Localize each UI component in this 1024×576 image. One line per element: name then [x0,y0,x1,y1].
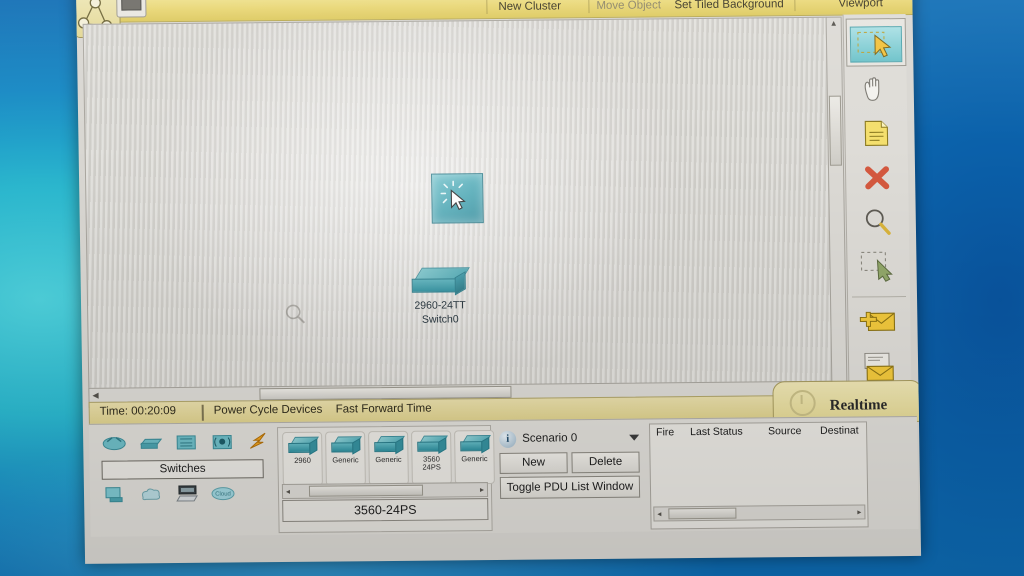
viewport-button[interactable]: Viewport [838,0,883,13]
connections-icon[interactable] [245,431,271,451]
switch-icon [417,435,448,454]
device-model-item[interactable]: 3560 24PS [411,430,452,485]
place-device-cursor [431,173,484,224]
routers-icon[interactable] [101,433,127,453]
place-note-tool[interactable] [851,116,902,150]
set-tiled-background-button[interactable]: Set Tiled Background [674,0,784,14]
new-scenario-button[interactable]: New [499,452,568,474]
new-cluster-button[interactable]: New Cluster [498,0,561,16]
device-model-label: 3560 24PS [422,454,441,472]
device-model-label: Generic [375,454,402,465]
power-cycle-devices-button[interactable]: Power Cycle Devices [214,404,323,417]
logical-workspace-canvas[interactable]: 2960-24TT Switch0 [82,16,833,408]
inspect-magnifier-icon [284,303,306,330]
select-tool[interactable] [849,26,903,63]
packet-tracer-window: i ? New Cluster Move Object Set Tiled Ba… [76,0,922,564]
pdu-scroll-thumb[interactable] [668,507,737,520]
model-scroll-left-arrow[interactable]: ◂ [286,487,290,496]
device-type-selection-box: Switches Cloud [93,427,273,533]
toggle-pdu-list-window-button[interactable]: Toggle PDU List Window [499,475,641,499]
device-model-label: 2960-24TT [414,299,466,312]
workspace-mini-toggle[interactable] [116,0,147,18]
scenario-panel: i Scenario 0 New Delete Toggle PDU List … [495,424,645,529]
wan-emulation-icon[interactable] [138,484,164,504]
pdu-column-source[interactable]: Source [768,425,801,437]
scroll-left-arrow[interactable]: ◀ [92,391,98,400]
clock-icon [789,389,816,417]
model-scroll-right-arrow[interactable]: ▸ [480,485,484,494]
add-simple-pdu-tool[interactable] [854,304,905,338]
device-model-item[interactable]: 2960 [282,431,323,487]
common-tools-bar [842,14,912,407]
vertical-scroll-thumb[interactable] [828,95,842,166]
switches-icon[interactable] [137,432,163,452]
device-category-label: Switches [101,459,264,480]
delete-tool[interactable] [852,160,903,194]
pdu-list-scrollbar[interactable]: ◂ ▸ [653,504,866,522]
tool-separator [852,296,907,298]
move-layout-tool[interactable] [850,72,901,106]
pdu-list-header: Fire Last Status Source Destinat [650,422,866,441]
switch-icon [288,436,319,456]
inspect-tool[interactable] [853,204,904,238]
device-model-selection-box: 2960 Generic Generic 3560 24PS Generic ◂… [276,425,495,534]
model-scroll-thumb[interactable] [308,484,424,497]
custom-made-devices-icon[interactable] [174,484,200,504]
bottom-panel: Switches Cloud 2960 Generic Generic 3560… [88,415,919,537]
resize-shape-tool[interactable] [853,248,904,282]
scenario-selector[interactable]: i Scenario 0 [499,428,640,449]
pdu-scroll-left-arrow[interactable]: ◂ [657,509,661,518]
device-model-label: Generic [332,455,359,465]
toolbar-separator [588,0,590,14]
chevron-down-icon[interactable] [629,434,640,441]
device-model-item[interactable]: Generic [368,430,409,486]
svg-text:Cloud: Cloud [215,492,231,498]
pdu-column-last-status[interactable]: Last Status [690,426,743,439]
switch-icon [411,267,470,298]
wireless-icon[interactable] [209,431,235,451]
selected-model-status: 3560-24PS [282,498,489,523]
switch-icon [460,435,491,454]
toolbar-separator [794,0,796,12]
device-model-label: Generic [461,454,488,464]
pdu-column-destination[interactable]: Destinat [820,425,859,437]
pdu-scroll-right-arrow[interactable]: ▸ [857,507,861,516]
device-model-row: 2960 Generic Generic 3560 24PS Generic [282,429,495,487]
info-icon: i [499,430,517,448]
delete-scenario-button[interactable]: Delete [571,451,640,474]
pdu-column-fire[interactable]: Fire [656,426,674,438]
move-object-button[interactable]: Move Object [596,0,661,15]
device-name-label: Switch0 [421,313,459,326]
fast-forward-time-button[interactable]: Fast Forward Time [336,403,432,416]
toolbar-separator [486,0,488,15]
device-model-item[interactable]: Generic [325,431,366,486]
switch-icon [374,435,405,455]
end-devices-icon[interactable] [102,485,128,505]
pdu-list-panel: Fire Last Status Source Destinat ◂ ▸ [648,421,869,530]
multiuser-connection-icon[interactable]: Cloud [210,483,236,503]
model-list-scrollbar[interactable]: ◂ ▸ [281,482,489,500]
device-model-item[interactable]: Generic [454,429,495,485]
hubs-icon[interactable] [173,432,199,452]
realtime-label: Realtime [829,397,888,414]
device-switch0[interactable]: 2960-24TT Switch0 [389,267,490,326]
status-separator [201,404,204,421]
scenario-name: Scenario 0 [522,432,578,445]
device-model-label: 2960 [294,455,311,465]
simulation-time: Time: 00:20:09 [99,405,177,418]
scroll-up-arrow[interactable]: ▲ [830,19,838,28]
switch-icon [331,436,362,455]
